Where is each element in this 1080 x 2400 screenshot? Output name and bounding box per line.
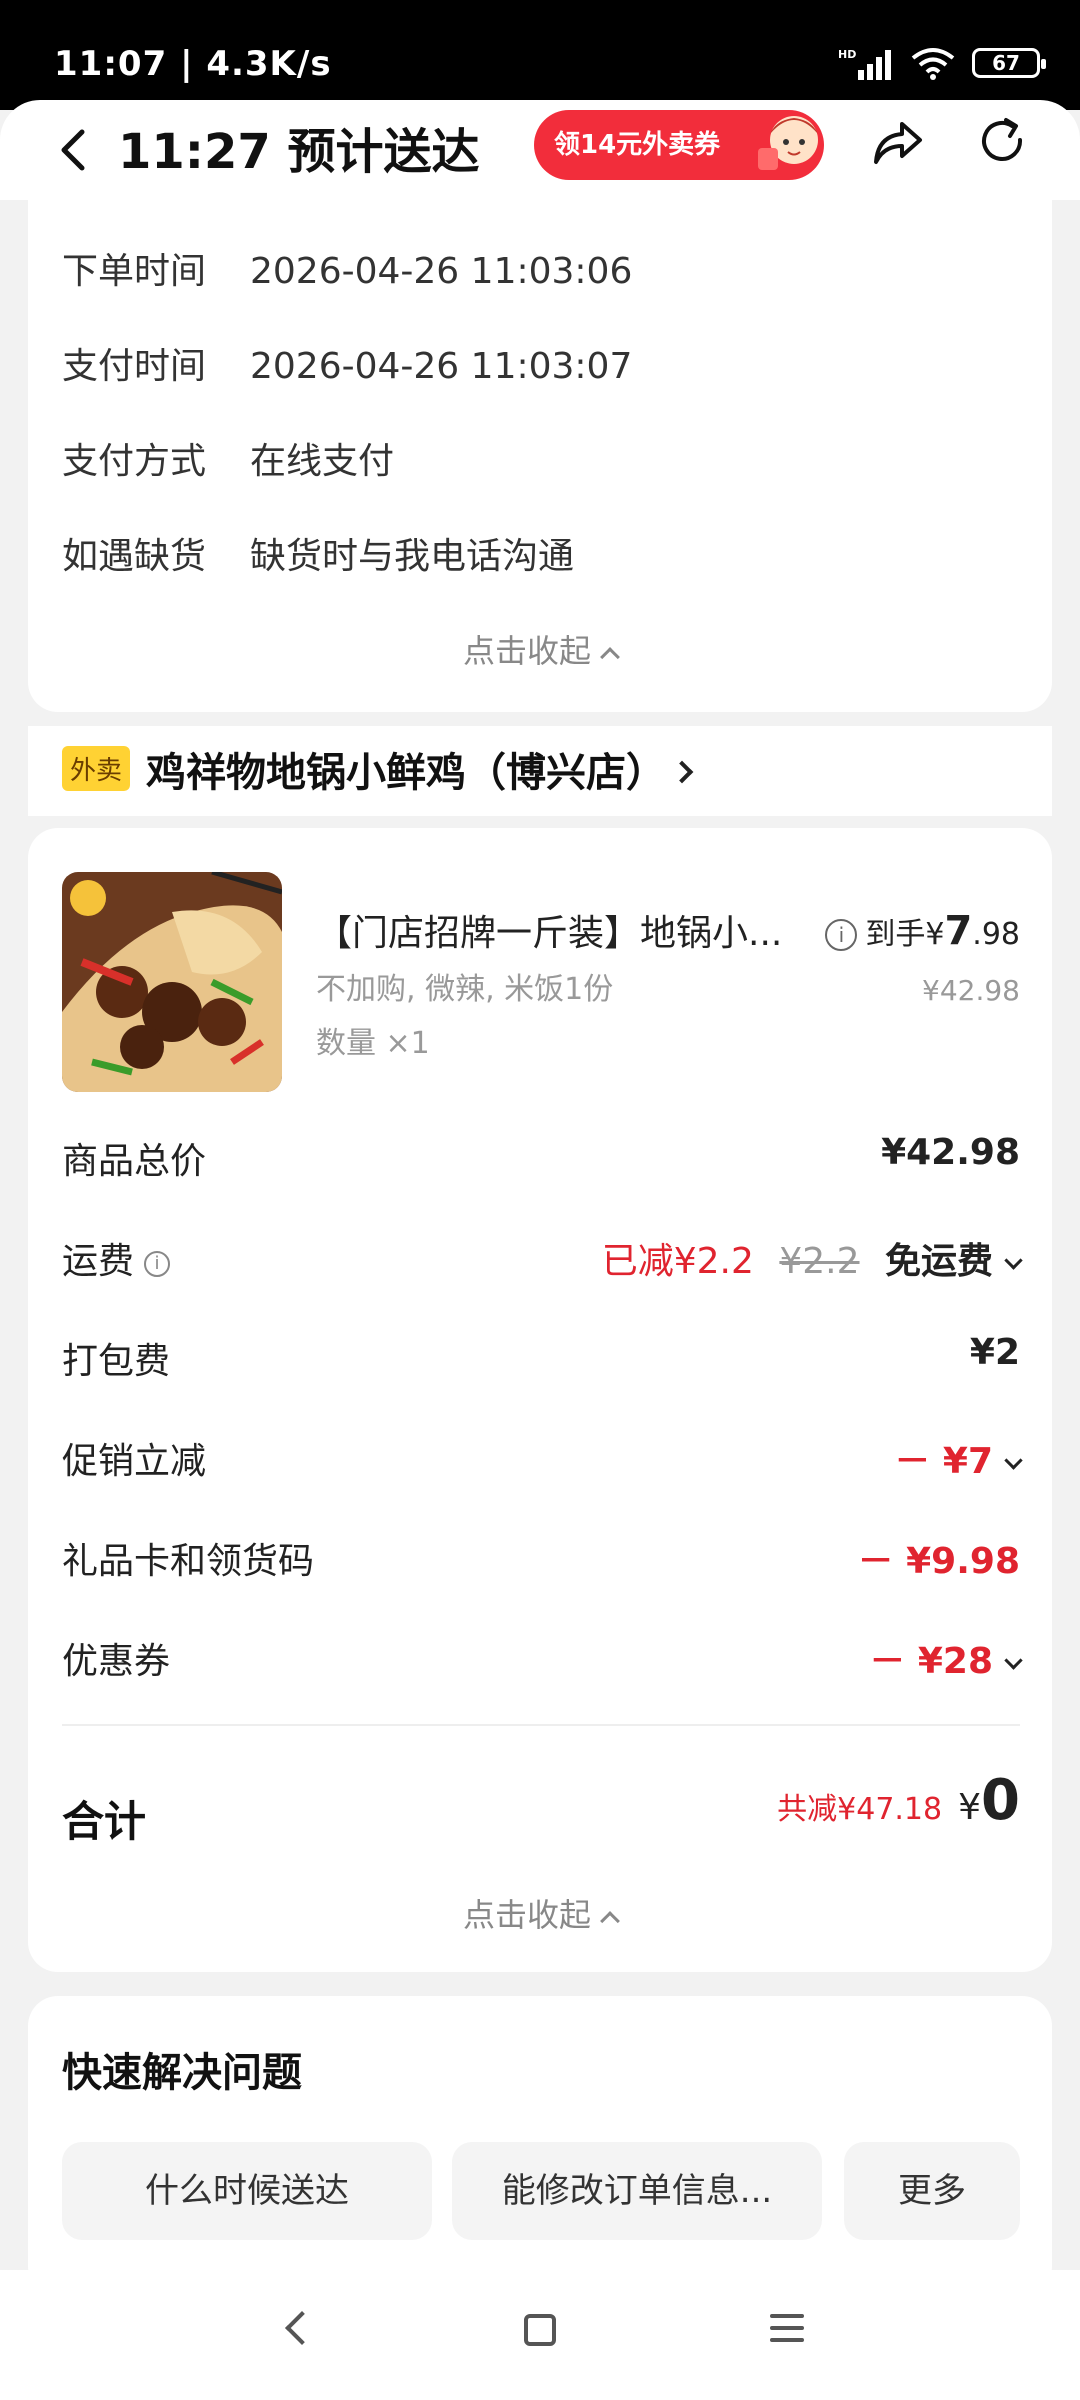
system-nav-bar <box>0 2270 1080 2400</box>
product-final-price: i 到手¥7.98 <box>825 908 1020 954</box>
gift-card-row: 礼品卡和领货码 － ¥9.98 <box>62 1532 1020 1584</box>
order-detail-card: 【门店招牌一斤装】地锅小... 不加购, 微辣, 米饭1份 数量 ×1 i 到手¥… <box>28 828 1052 1972</box>
status-time: 11:07 | 4.3K/s <box>54 44 332 84</box>
fee-label: 礼品卡和领货码 <box>62 1541 315 1582</box>
total-amount: 0 <box>981 1768 1020 1833</box>
out-of-stock-row: 如遇缺货 缺货时与我电话沟通 <box>62 527 574 579</box>
delivery-free: 免运费 <box>884 1241 993 1282</box>
info-value: 2026-04-26 11:03:06 <box>250 251 633 292</box>
refresh-icon[interactable] <box>970 110 1034 174</box>
fee-label: 运费 <box>62 1241 135 1282</box>
info-label: 下单时间 <box>62 251 207 292</box>
product-name[interactable]: 【门店招牌一斤装】地锅小... <box>316 904 782 956</box>
battery-icon: 67 <box>972 48 1046 78</box>
collapse-fees-button[interactable]: 点击收起 <box>28 1890 1052 1936</box>
info-label: 支付时间 <box>62 346 207 387</box>
chevron-down-icon <box>1004 1451 1023 1470</box>
mascot-icon <box>758 116 818 170</box>
chip-delivery-time[interactable]: 什么时候送达 <box>62 2142 432 2240</box>
info-label: 支付方式 <box>62 441 207 482</box>
chip-modify-order[interactable]: 能修改订单信息... <box>452 2142 822 2240</box>
promo-label: 领14元外卖券 <box>554 130 721 160</box>
delivery-original: ¥2.2 <box>779 1241 860 1282</box>
delivery-fee-value: 已减¥2.2 ¥2.2 免运费 <box>601 1232 1023 1284</box>
quick-resolve-title: 快速解决问题 <box>62 2050 302 2096</box>
fee-label: 促销立减 <box>62 1441 207 1482</box>
chevron-down-icon <box>1004 1651 1023 1670</box>
divider <box>62 1724 1020 1726</box>
chevron-right-icon <box>670 760 694 784</box>
info-label: 如遇缺货 <box>62 536 207 577</box>
packing-fee-row: 打包费 ¥2 <box>62 1332 1020 1384</box>
promo-discount-row[interactable]: 促销立减 － ¥7 <box>62 1432 1023 1484</box>
info-value: 在线支付 <box>250 441 395 482</box>
page-title: 11:27 预计送达 <box>118 124 480 180</box>
subtotal-value: ¥42.98 <box>881 1132 1020 1173</box>
info-value: 缺货时与我电话沟通 <box>250 536 575 577</box>
order-time-row: 下单时间 2026-04-26 11:03:06 <box>62 242 632 294</box>
total-saved: 共减¥47.18 <box>777 1792 943 1827</box>
nav-menu-icon[interactable] <box>770 2314 804 2350</box>
collapse-label: 点击收起 <box>462 632 591 670</box>
pay-time-row: 支付时间 2026-04-26 11:03:07 <box>62 337 632 389</box>
collapse-label: 点击收起 <box>462 1896 591 1934</box>
chevron-down-icon <box>1004 1251 1023 1270</box>
coupon-value: － ¥28 <box>869 1632 1023 1684</box>
header: 11:27 预计送达 领14元外卖券 <box>0 100 1080 200</box>
back-arrow-icon[interactable] <box>44 120 104 180</box>
chevron-up-icon <box>600 647 620 667</box>
order-info-card: 下单时间 2026-04-26 11:03:06 支付时间 2026-04-26 1… <box>28 196 1052 712</box>
gift-card-value: － ¥9.98 <box>857 1541 1020 1582</box>
promo-discount-value: － ¥7 <box>894 1432 1023 1484</box>
packing-fee-value: ¥2 <box>969 1332 1020 1373</box>
nav-back-icon[interactable] <box>285 2311 319 2345</box>
product-image[interactable] <box>62 872 282 1092</box>
delivery-fee-row[interactable]: 运费 i 已减¥2.2 ¥2.2 免运费 <box>62 1232 1023 1284</box>
info-value: 2026-04-26 11:03:07 <box>250 346 633 387</box>
chevron-up-icon <box>600 1911 620 1931</box>
quick-resolve-card: 快速解决问题 什么时候送达 能修改订单信息... 更多 <box>28 1996 1052 2296</box>
info-icon[interactable]: i <box>825 919 858 951</box>
wifi-icon <box>911 48 955 80</box>
product-original-price: ¥42.98 <box>922 974 1020 1007</box>
info-icon[interactable]: i <box>144 1251 171 1277</box>
status-bar: 11:07 | 4.3K/s HD 67 <box>0 0 1080 110</box>
product-spec: 不加购, 微辣, 米饭1份 <box>316 972 614 1007</box>
coupon-promo-button[interactable]: 领14元外卖券 <box>534 110 824 180</box>
total-value: 共减¥47.18 ¥0 <box>777 1768 1020 1833</box>
collapse-info-button[interactable]: 点击收起 <box>28 626 1052 672</box>
fee-label: 优惠券 <box>62 1641 171 1682</box>
product-quantity: 数量 ×1 <box>316 1026 430 1061</box>
fee-label: 打包费 <box>62 1341 171 1382</box>
chip-more[interactable]: 更多 <box>844 2142 1020 2240</box>
delivery-tag: 外卖 <box>62 746 131 791</box>
share-icon[interactable] <box>866 110 930 174</box>
delivery-saved: 已减¥2.2 <box>601 1241 754 1282</box>
status-icons: HD 67 <box>838 46 1046 80</box>
store-name: 鸡祥物地锅小鲜鸡（博兴店） <box>146 740 694 798</box>
food-photo <box>62 872 282 1092</box>
fee-label: 商品总价 <box>62 1141 207 1182</box>
nav-home-icon[interactable] <box>524 2314 556 2346</box>
store-header[interactable]: 外卖 鸡祥物地锅小鲜鸡（博兴店） <box>28 726 1052 816</box>
pay-method-row: 支付方式 在线支付 <box>62 432 394 484</box>
signal-icon: HD <box>838 48 891 80</box>
svg-text:HD: HD <box>838 48 856 61</box>
total-label: 合计 <box>62 1797 147 1846</box>
subtotal-row: 商品总价 ¥42.98 <box>62 1132 1020 1184</box>
coupon-row[interactable]: 优惠券 － ¥28 <box>62 1632 1023 1684</box>
